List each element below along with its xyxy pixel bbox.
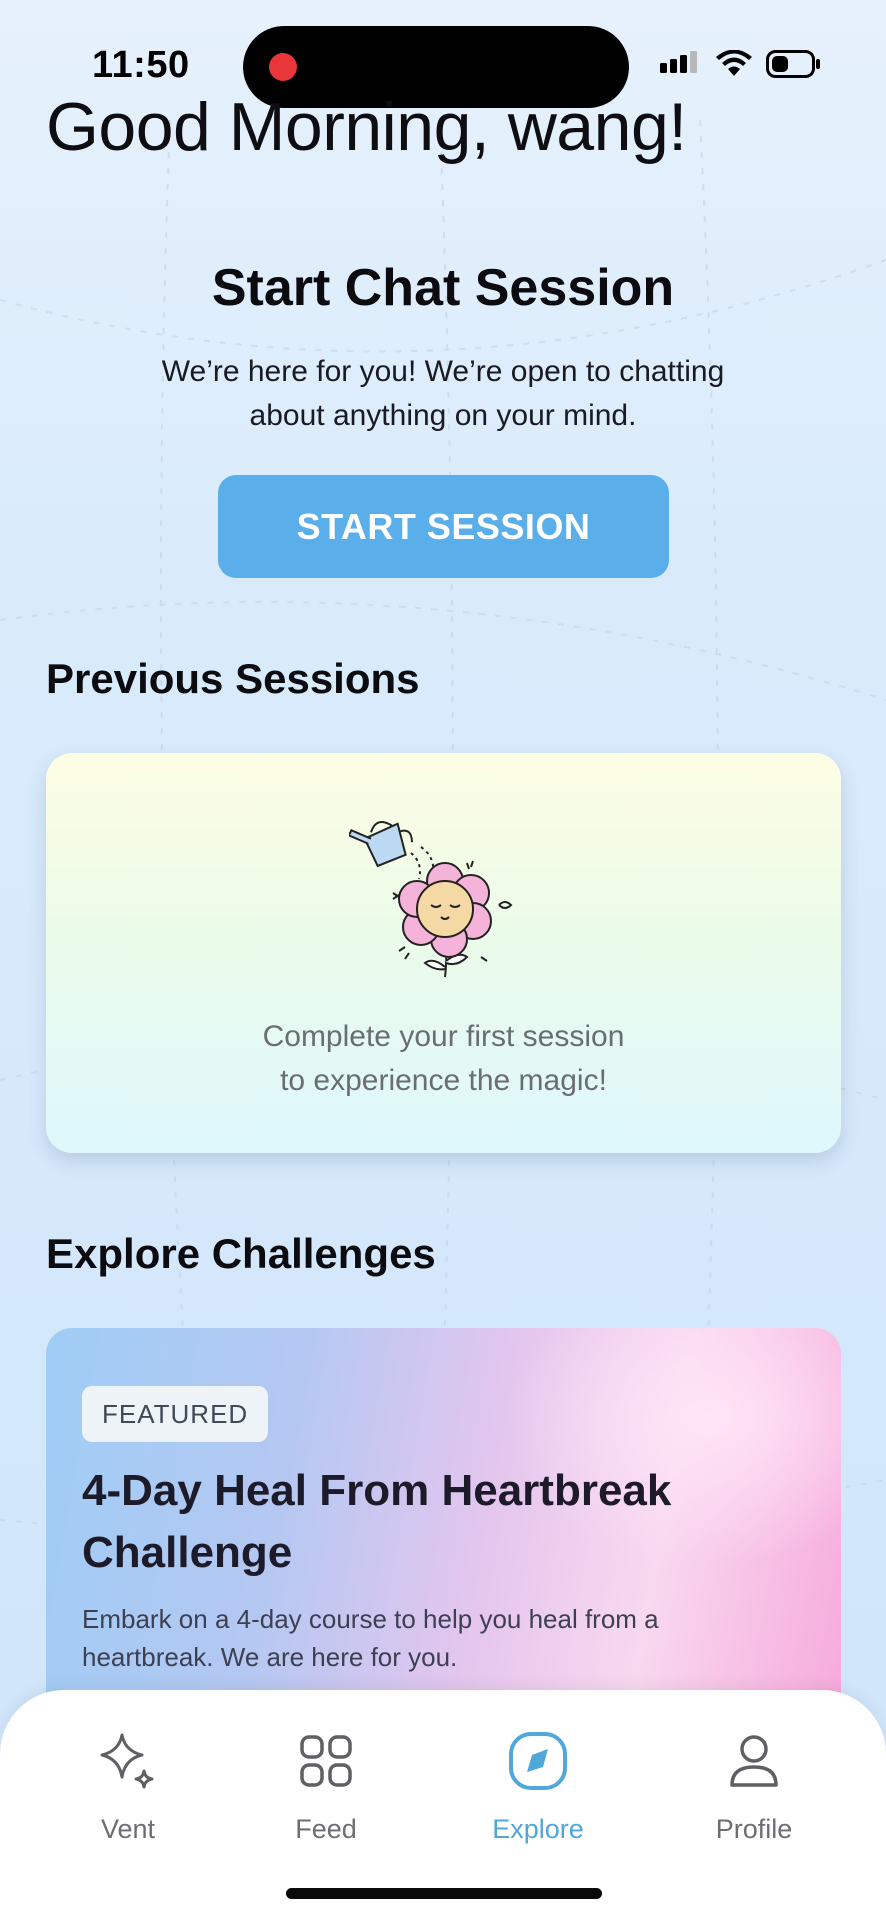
bottom-nav: Vent Feed Explore Profile [0,1690,886,1920]
nav-item-explore[interactable]: Explore [458,1728,618,1845]
chat-session-title: Start Chat Session [211,259,675,317]
challenge-title: 4-Day Heal From Heartbreak Challenge [82,1466,672,1577]
recording-dot-icon [269,53,297,81]
featured-challenge-card[interactable]: FEATURED 4-Day Heal From Heartbreak Chal… [46,1328,841,1748]
nav-item-feed[interactable]: Feed [246,1728,406,1845]
explore-challenges-heading: Explore Challenges [46,1230,436,1277]
start-session-button[interactable]: START SESSION [218,475,669,578]
sparkle-icon [95,1728,161,1794]
nav-label-profile: Profile [715,1814,793,1844]
watering-flower-illustration-icon [349,821,513,978]
empty-line-2: to experience the magic! [280,1064,607,1097]
nav-label-feed: Feed [295,1814,357,1844]
home-indicator [286,1888,602,1899]
previous-sessions-empty-text: Complete your first session to experienc… [46,1015,841,1103]
nav-label-explore: Explore [492,1814,584,1844]
signal-icon [660,51,697,73]
nav-item-profile[interactable]: Profile [674,1728,834,1845]
nav-item-vent[interactable]: Vent [48,1728,208,1845]
empty-line-1: Complete your first session [262,1020,625,1053]
battery-icon [766,50,820,78]
status-time: 11:50 [92,44,190,86]
challenge-description: Embark on a 4-day course to help you hea… [82,1604,659,1672]
status-icons [660,50,822,78]
previous-sessions-heading: Previous Sessions [46,655,420,702]
grid-icon [293,1728,359,1794]
previous-sessions-card: Complete your first session to experienc… [46,753,841,1153]
compass-icon [505,1728,571,1794]
chat-session-description: We’re here for you! We’re open to chatti… [161,355,725,432]
person-icon [721,1728,787,1794]
nav-label-vent: Vent [100,1814,156,1844]
greeting-title: Good Morning, wang! [46,89,687,165]
featured-badge: FEATURED [82,1386,269,1442]
wifi-icon [716,50,752,76]
